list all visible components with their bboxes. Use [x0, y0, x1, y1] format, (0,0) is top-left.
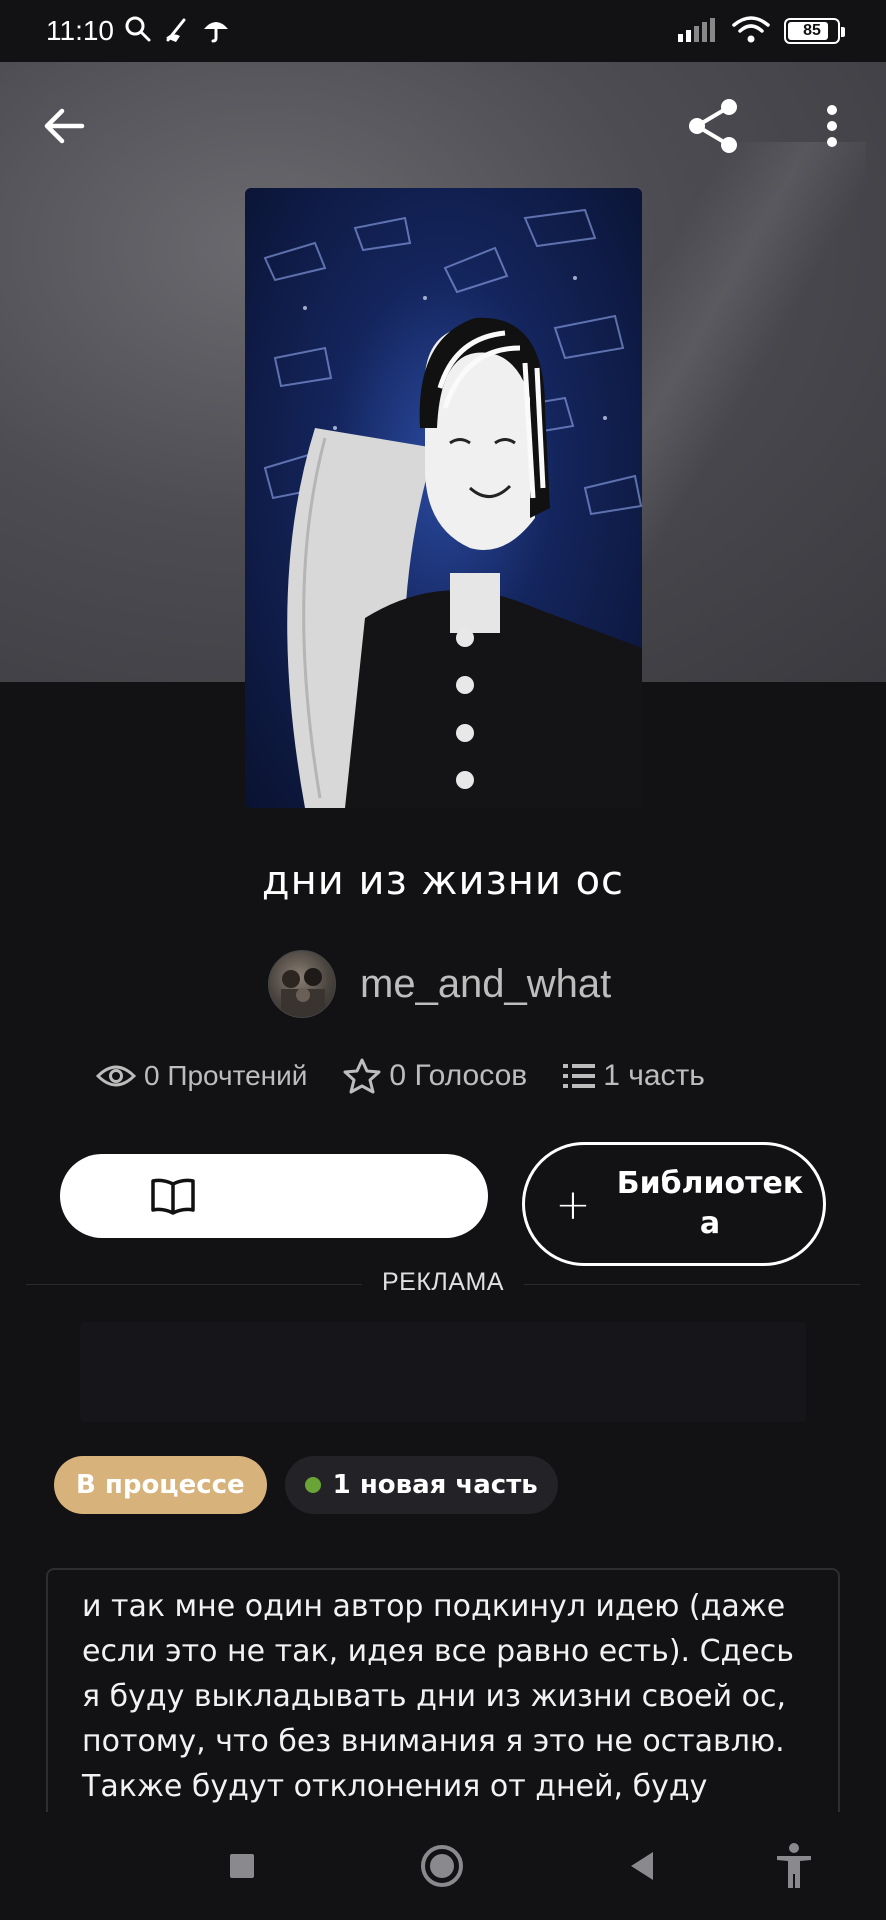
arrow-left-icon — [44, 108, 85, 144]
wifi-icon — [732, 15, 770, 47]
author-link[interactable]: me_and_what — [268, 950, 611, 1018]
description-box[interactable]: и так мне один автор подкинул идею (даже… — [46, 1568, 840, 1820]
open-book-icon — [151, 1178, 195, 1215]
story-stats: 0 Прочтений 0 Голосов 1 часть — [96, 1058, 705, 1094]
back-nav-button[interactable] — [612, 1836, 672, 1896]
reads-stat: 0 Прочтений — [96, 1060, 307, 1092]
author-name[interactable]: me_and_what — [360, 962, 611, 1007]
accessibility-icon — [777, 1843, 811, 1888]
new-parts-label: 1 новая часть — [332, 1470, 538, 1500]
system-nav-bar — [0, 1812, 886, 1920]
status-bar: 11:10 85 — [0, 0, 886, 62]
ad-label: РЕКЛАМА — [0, 1268, 886, 1297]
parts-count: 1 часть — [603, 1059, 705, 1092]
share-icon — [689, 99, 737, 153]
umbrella-icon — [202, 15, 230, 47]
story-description: и так мне один автор подкинул идею (даже… — [82, 1589, 794, 1820]
signal-icon — [678, 16, 718, 46]
more-button[interactable] — [792, 86, 872, 166]
new-dot-icon — [304, 1477, 321, 1493]
story-tags: В процессе 1 новая часть — [54, 1456, 558, 1514]
search-icon — [124, 15, 152, 47]
recents-square-icon — [230, 1854, 254, 1878]
back-button[interactable] — [24, 86, 104, 166]
recents-button[interactable] — [212, 1836, 272, 1896]
home-button[interactable] — [412, 1836, 472, 1896]
broom-icon — [162, 14, 192, 48]
story-cover-image[interactable] — [245, 188, 642, 808]
votes-stat: 0 Голосов — [343, 1058, 527, 1094]
eye-icon — [96, 1065, 136, 1087]
author-avatar[interactable] — [268, 950, 336, 1018]
home-circle-icon — [421, 1845, 463, 1887]
back-triangle-icon — [631, 1852, 653, 1880]
plus-icon: + — [555, 1179, 591, 1229]
story-title: дни из жизни ос — [261, 858, 625, 904]
share-button[interactable] — [674, 86, 754, 166]
list-icon — [563, 1064, 596, 1088]
new-parts-badge: 1 новая часть — [284, 1456, 558, 1514]
accessibility-button[interactable] — [764, 1836, 824, 1896]
votes-count: 0 Голосов — [389, 1059, 528, 1092]
read-button[interactable] — [60, 1154, 488, 1238]
star-icon — [343, 1058, 381, 1094]
add-to-library-button[interactable]: + Библиотека — [522, 1142, 826, 1266]
more-vertical-icon — [827, 105, 837, 147]
ad-slot[interactable] — [80, 1322, 806, 1422]
status-badge: В процессе — [54, 1456, 267, 1514]
parts-stat: 1 часть — [563, 1059, 705, 1093]
clock: 11:10 — [46, 15, 114, 46]
battery-percent: 85 — [803, 22, 821, 39]
battery-icon: 85 — [784, 18, 845, 44]
reads-count: 0 Прочтений — [144, 1060, 308, 1091]
library-label: Библиотека — [616, 1166, 804, 1241]
